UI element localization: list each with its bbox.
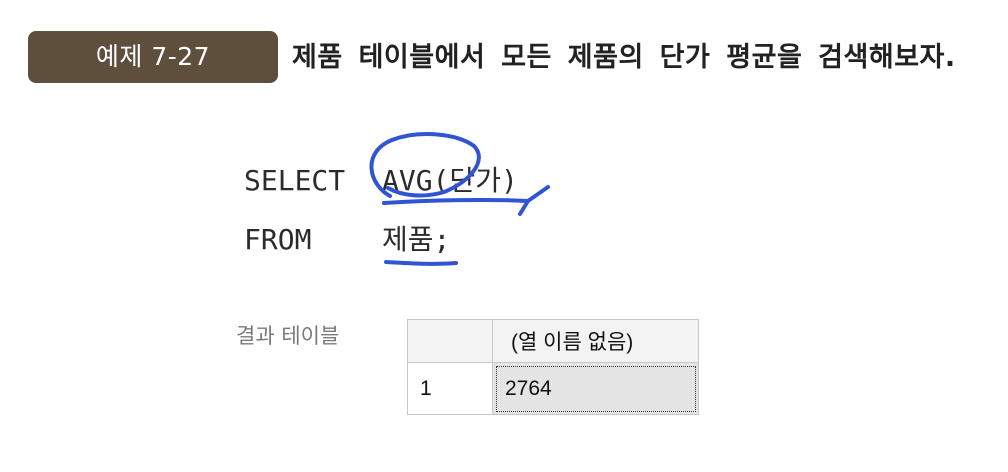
underline-mark-from (384, 260, 458, 266)
sql-keyword-from: FROM (244, 223, 312, 256)
sql-select-expression: AVG(단가) (382, 164, 518, 197)
sql-table-name: 제품; (382, 223, 451, 256)
result-grid: (열 이름 없음) 1 2764 (407, 319, 699, 415)
example-badge: 예제 7-27 (28, 31, 278, 83)
grid-column-header[interactable]: (열 이름 없음) (492, 319, 699, 363)
result-table-label: 결과 테이블 (236, 324, 340, 348)
grid-corner-cell[interactable] (407, 319, 493, 363)
grid-row-number[interactable]: 1 (407, 362, 493, 415)
grid-header-row: (열 이름 없음) (407, 319, 699, 363)
grid-cell-value[interactable]: 2764 (492, 362, 699, 415)
table-row: 1 2764 (407, 362, 699, 415)
sql-keyword-select: SELECT (244, 164, 346, 197)
example-title: 제품 테이블에서 모든 제품의 단가 평균을 검색해보자. (292, 42, 956, 73)
